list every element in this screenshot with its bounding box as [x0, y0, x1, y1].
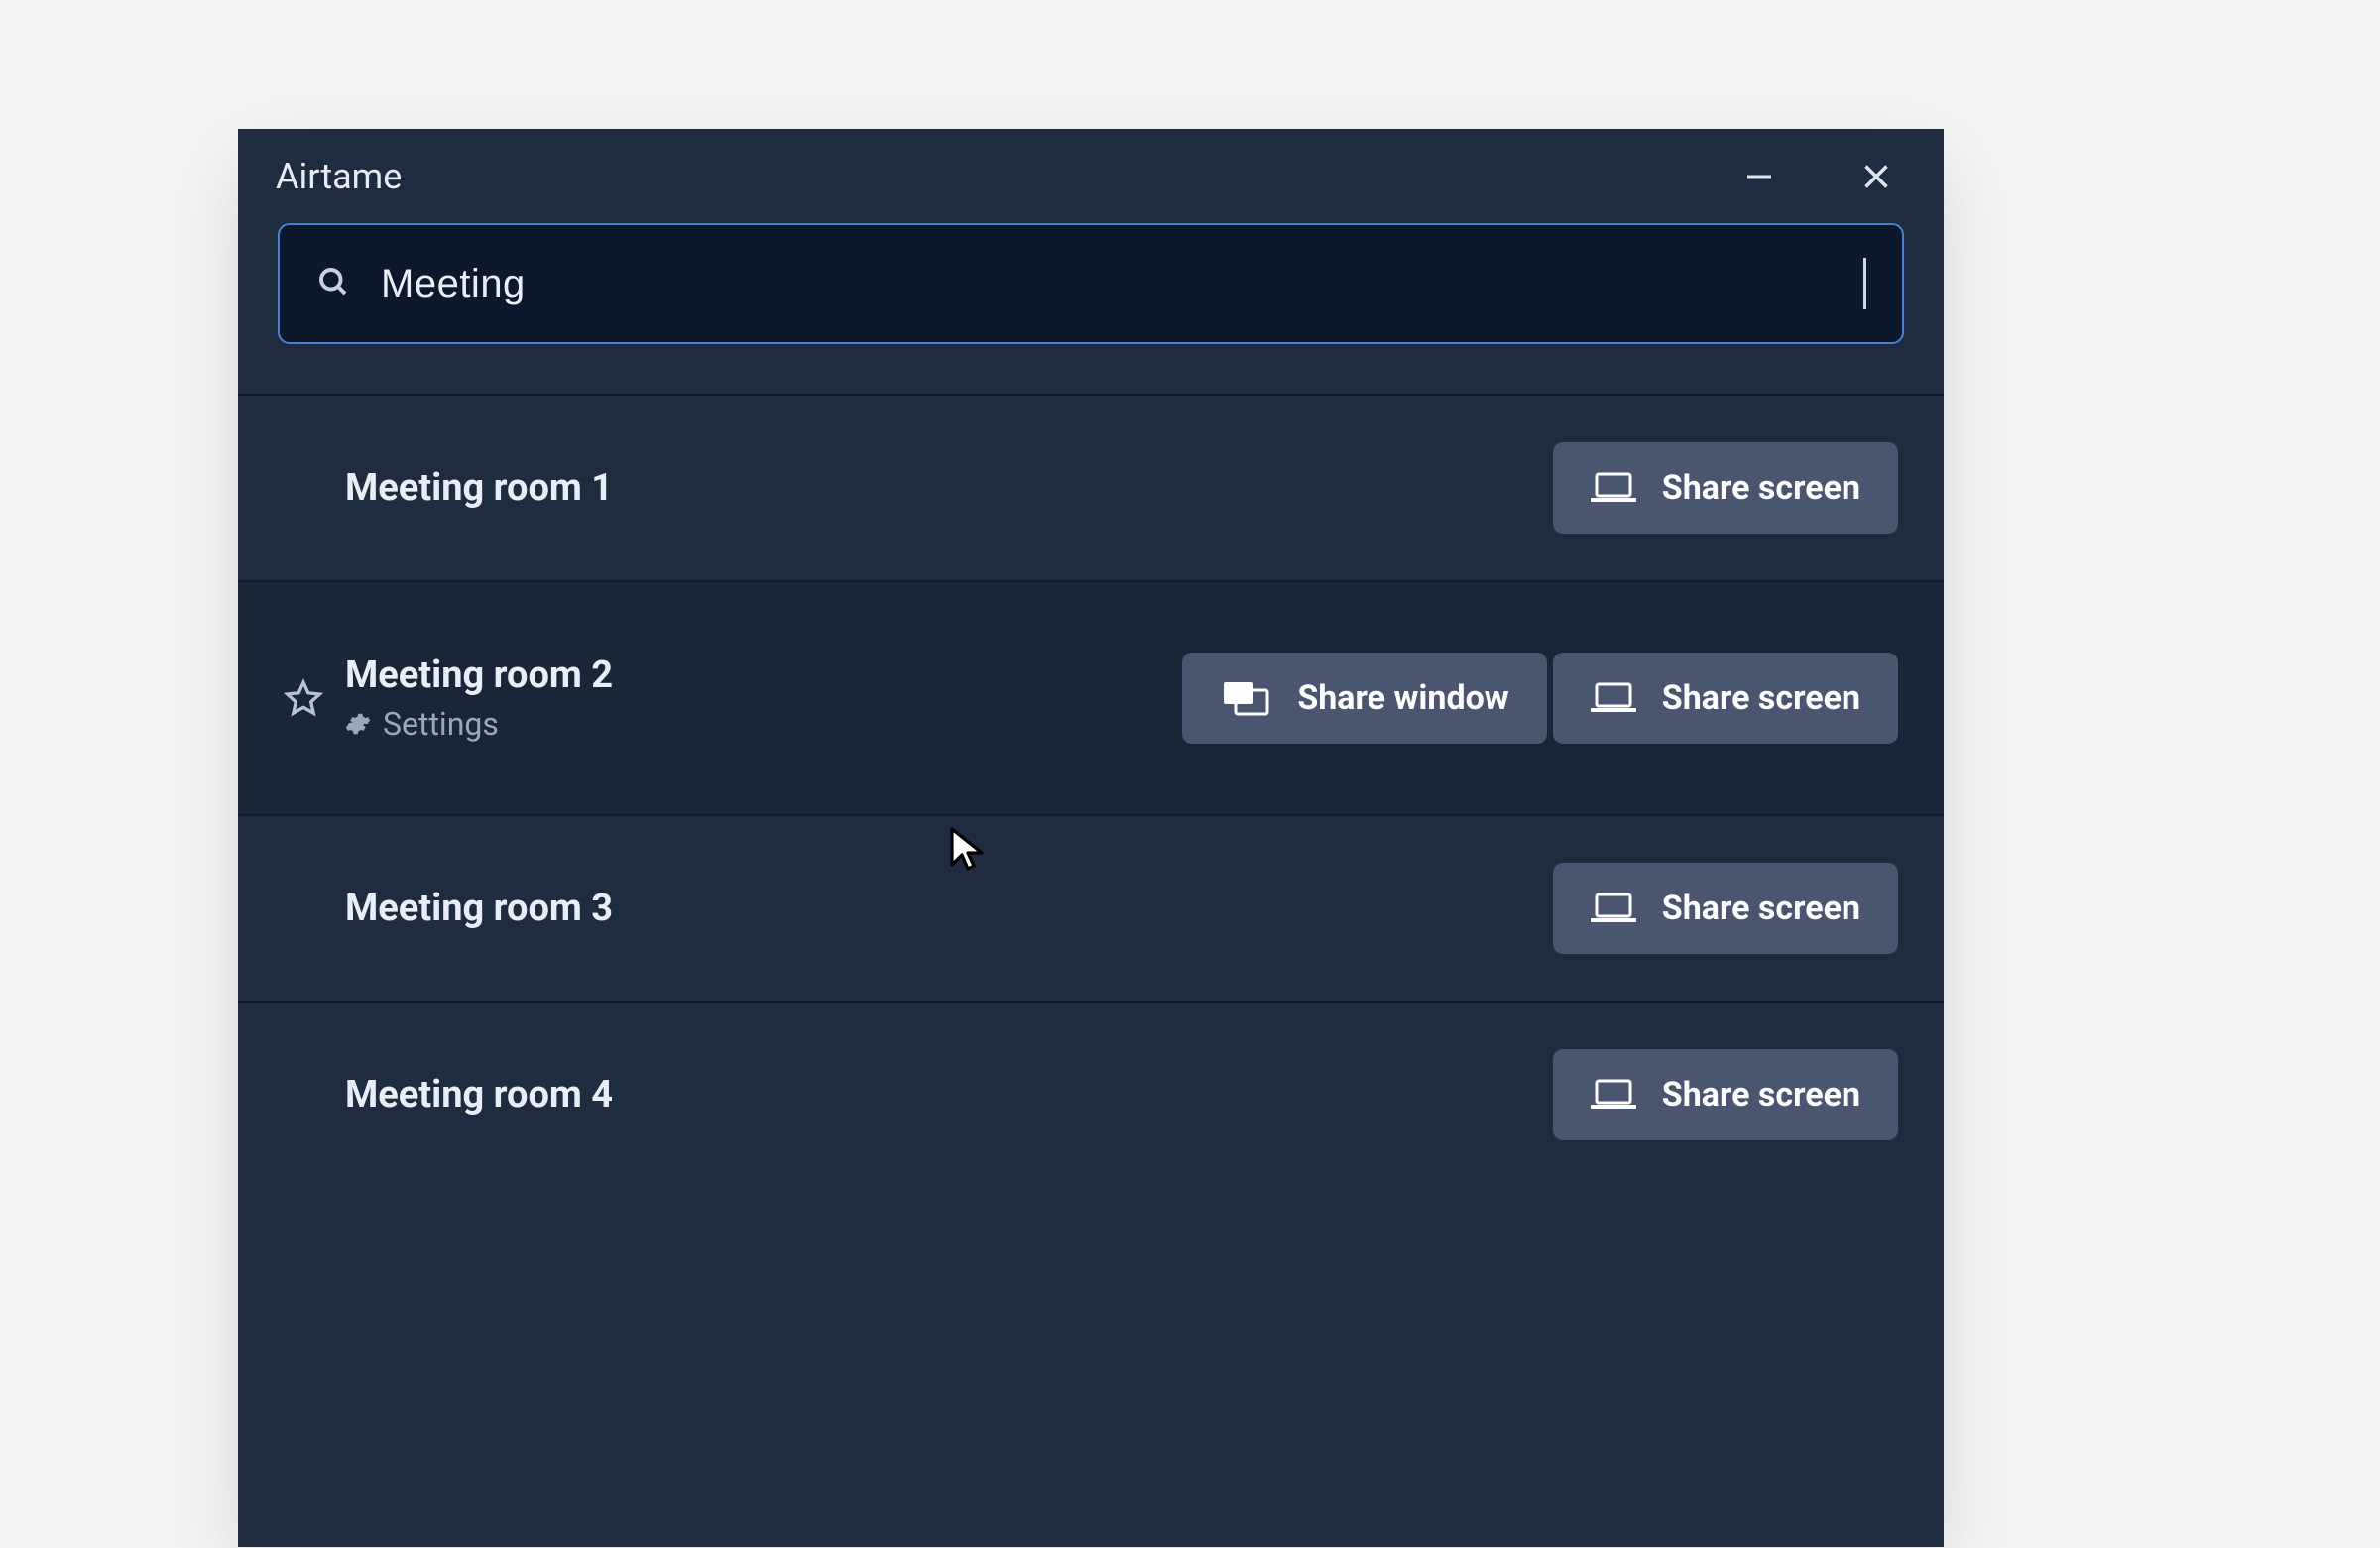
share-screen-button[interactable]: Share screen: [1553, 442, 1898, 534]
close-button[interactable]: [1856, 157, 1896, 196]
share-screen-label: Share screen: [1662, 889, 1860, 928]
room-name: Meeting room 1: [345, 466, 613, 510]
minimize-icon: [1741, 159, 1777, 194]
gear-icon: [345, 711, 371, 737]
share-screen-label: Share screen: [1662, 468, 1860, 508]
laptop-icon: [1591, 680, 1636, 716]
favorite-toggle[interactable]: [284, 678, 323, 718]
share-screen-label: Share screen: [1662, 678, 1860, 718]
share-screen-label: Share screen: [1662, 1075, 1860, 1115]
app-title: Airtame: [276, 156, 402, 197]
star-icon: [284, 678, 323, 718]
laptop-icon: [1591, 470, 1636, 506]
minimize-button[interactable]: [1739, 157, 1779, 196]
share-screen-button[interactable]: Share screen: [1553, 1049, 1898, 1140]
laptop-icon: [1591, 1077, 1636, 1113]
window-controls: [1739, 157, 1896, 196]
share-window-label: Share window: [1297, 678, 1508, 718]
room-row[interactable]: Meeting room 4 Share screen: [238, 1001, 1944, 1187]
windows-icon: [1220, 678, 1271, 718]
share-screen-button[interactable]: Share screen: [1553, 863, 1898, 954]
share-screen-button[interactable]: Share screen: [1553, 653, 1898, 744]
search-box[interactable]: [278, 223, 1904, 344]
room-row[interactable]: Meeting room 1 Share screen: [238, 394, 1944, 580]
share-window-button[interactable]: Share window: [1182, 653, 1546, 744]
search-area: [238, 223, 1944, 394]
search-input[interactable]: [381, 262, 1834, 306]
room-list: Meeting room 1 Share screen Meeting: [238, 394, 1944, 1187]
close-icon: [1858, 159, 1894, 194]
settings-label: Settings: [383, 705, 499, 743]
room-row[interactable]: Meeting room 2 Settings Share window: [238, 580, 1944, 814]
room-row[interactable]: Meeting room 3 Share screen: [238, 814, 1944, 1001]
app-window: Airtame Meeting room 1: [238, 129, 1944, 1547]
room-name: Meeting room 2: [345, 654, 613, 697]
settings-link[interactable]: Settings: [345, 705, 613, 743]
titlebar: Airtame: [238, 129, 1944, 223]
room-name: Meeting room 4: [345, 1073, 613, 1117]
room-name: Meeting room 3: [345, 887, 613, 930]
text-cursor: [1863, 258, 1866, 309]
laptop-icon: [1591, 891, 1636, 926]
search-icon: [315, 264, 351, 303]
